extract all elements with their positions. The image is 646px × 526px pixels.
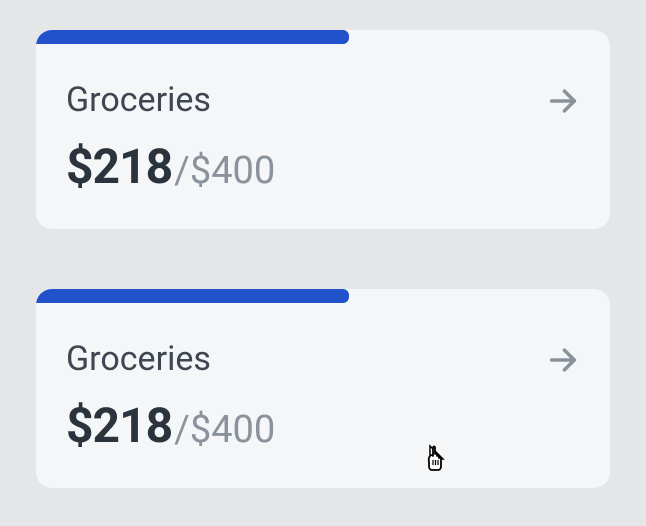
- arrow-right-icon: [546, 343, 580, 381]
- amount-total: /$400: [174, 149, 275, 193]
- progress-bar: [36, 30, 349, 44]
- amount-spent: $218: [66, 138, 172, 195]
- progress-bar: [36, 289, 349, 303]
- amount-total: /$400: [174, 408, 275, 452]
- amount-row: $218 /$400: [66, 138, 275, 195]
- category-label: Groceries: [66, 80, 275, 120]
- budget-card-groceries[interactable]: Groceries $218 /$400: [36, 30, 610, 229]
- arrow-right-icon: [546, 84, 580, 122]
- amount-row: $218 /$400: [66, 397, 275, 454]
- amount-spent: $218: [66, 397, 172, 454]
- budget-card-groceries[interactable]: Groceries $218 /$400: [36, 289, 610, 488]
- category-label: Groceries: [66, 339, 275, 379]
